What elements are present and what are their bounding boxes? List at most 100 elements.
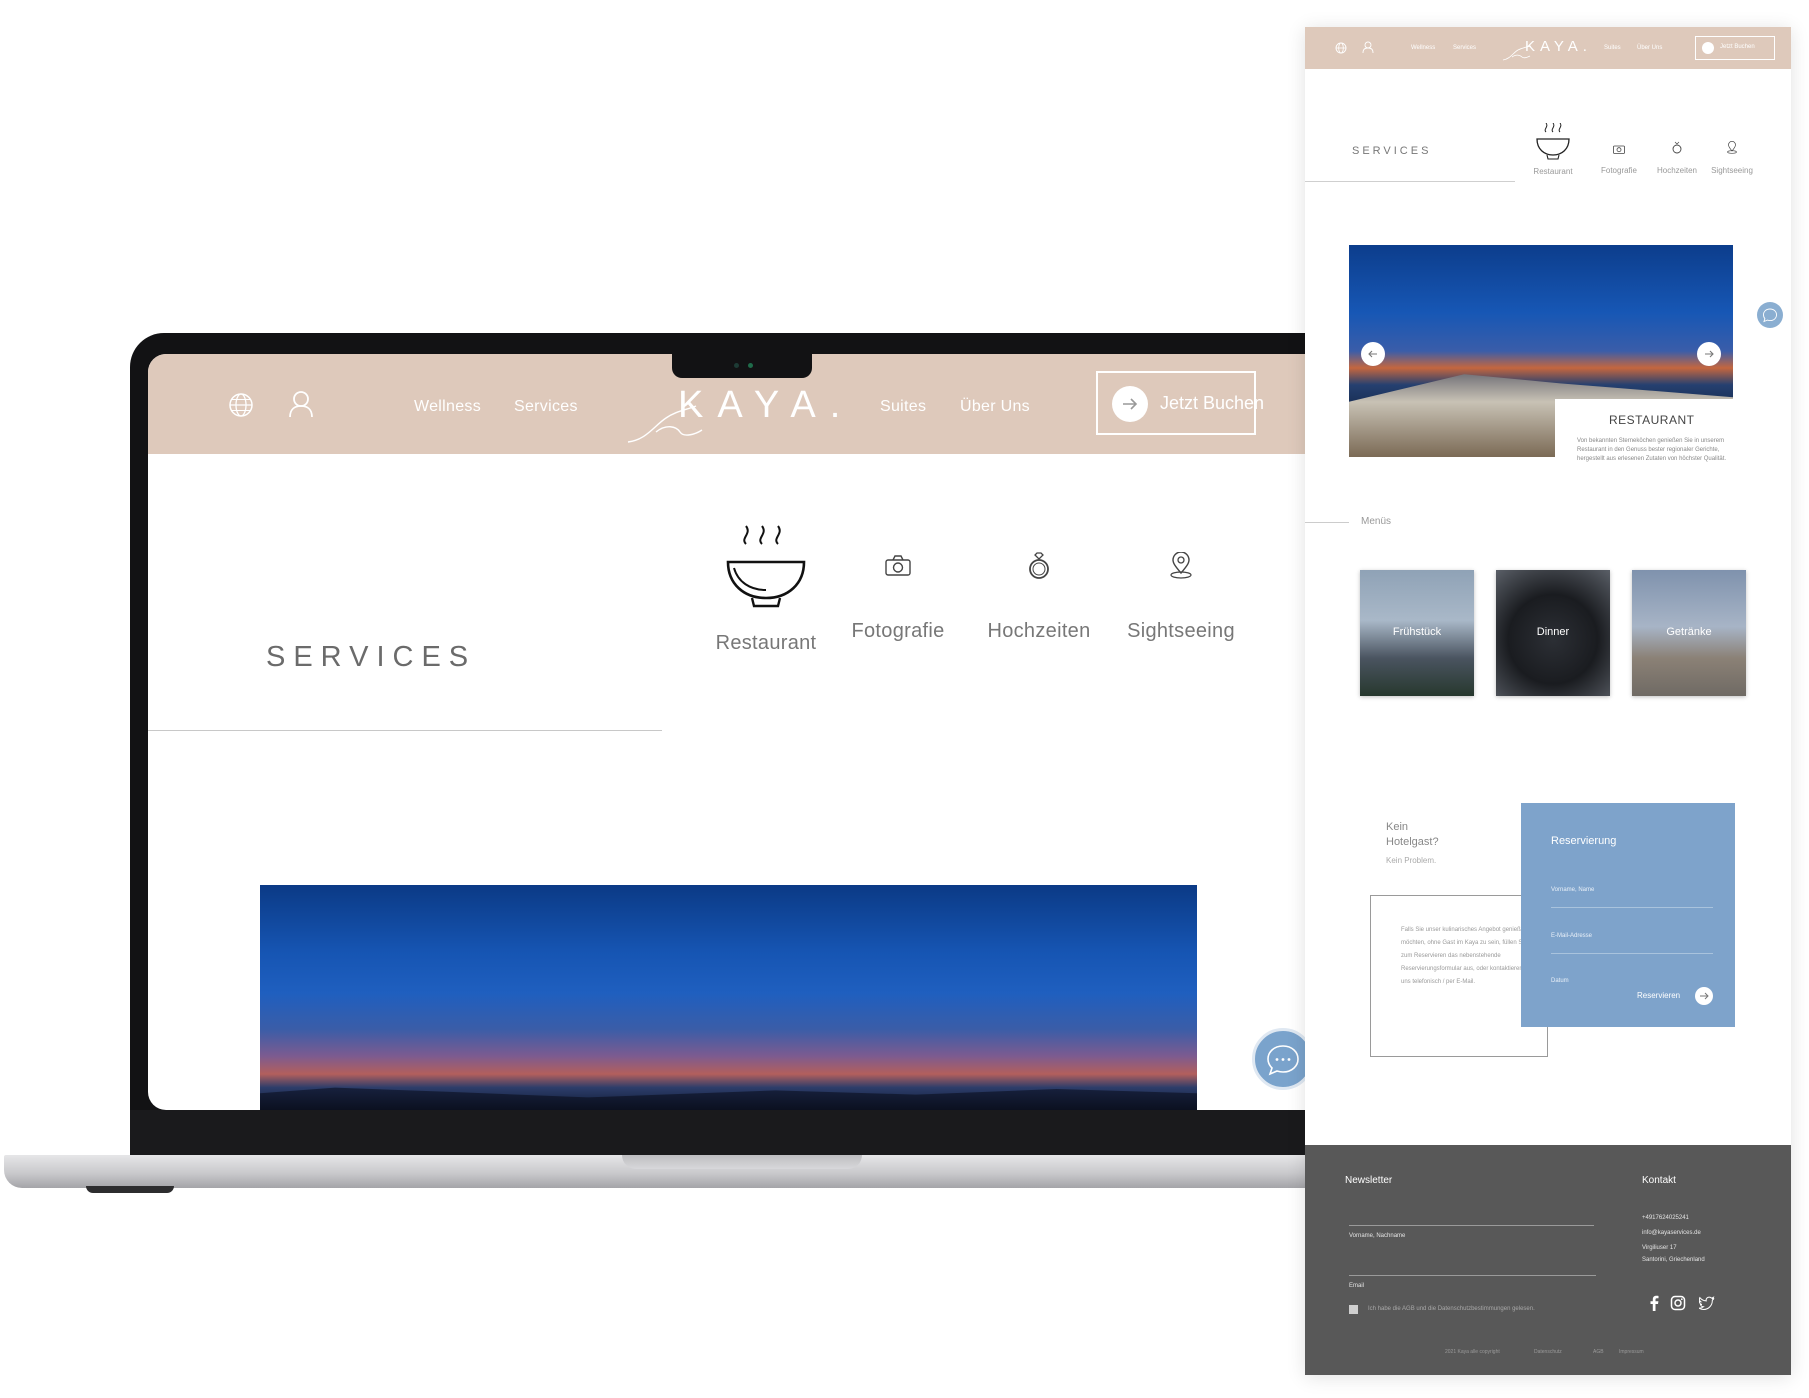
nav-link-wellness[interactable]: Wellness [414, 398, 481, 416]
service-tab-fotografie[interactable]: Fotografie [848, 555, 948, 643]
menu-card-fruehstueck[interactable]: Frühstück [1360, 570, 1474, 696]
restaurant-description: Von bekannten Sterneköchen genießen Sie … [1577, 438, 1727, 462]
nav-link-suites[interactable]: Suites [880, 398, 926, 416]
preview-chat-button[interactable] [1757, 302, 1783, 328]
contact-city: Santorini, Griechenland [1642, 1257, 1705, 1263]
carousel-prev-button[interactable] [1361, 342, 1385, 366]
service-tab-sightseeing[interactable]: Sightseeing [1124, 552, 1238, 643]
services-heading: SERVICES [266, 641, 477, 673]
service-tab-hochzeiten[interactable]: Hochzeiten [984, 552, 1094, 643]
arrow-right-icon [1702, 42, 1714, 54]
service-tab-hochzeiten[interactable]: Hochzeiten [1655, 141, 1699, 175]
menu-label-dinner: Dinner [1536, 626, 1570, 638]
service-tab-restaurant[interactable]: Restaurant [1531, 123, 1575, 176]
chat-icon [1763, 308, 1777, 323]
guest-info-text: Falls Sie unser kulinarisches Angebot ge… [1401, 927, 1534, 985]
wave-logo-icon [1502, 45, 1532, 61]
arrow-left-icon [1368, 350, 1377, 358]
map-pin-icon [1727, 141, 1737, 154]
laptop-foot [86, 1186, 174, 1193]
user-icon[interactable] [288, 390, 314, 418]
footer-copyright: 2021 Kaya alle copyright [1445, 1349, 1500, 1355]
restaurant-title: RESTAURANT [1609, 413, 1695, 427]
service-label-sightseeing: Sightseeing [1711, 166, 1753, 175]
nav-link-ueber-uns[interactable]: Über Uns [960, 398, 1030, 416]
consent-checkbox[interactable] [1349, 1305, 1358, 1314]
laptop-bezel [130, 1110, 1350, 1155]
preview-header: Wellness Services KAYA. Suites Über Uns … [1305, 27, 1791, 69]
contact-email[interactable]: info@kayaservices.de [1642, 1230, 1701, 1236]
services-heading: SERVICES [1352, 145, 1432, 157]
reservation-date-field[interactable]: Datum [1551, 978, 1713, 998]
nav-link-suites[interactable]: Suites [1604, 45, 1621, 51]
nav-link-ueber-uns[interactable]: Über Uns [1637, 45, 1662, 51]
globe-icon[interactable] [1335, 42, 1347, 54]
laptop-screen: Wellness Services KAYA. Suites Über Uns … [148, 354, 1328, 1110]
arrow-right-icon [1705, 350, 1714, 358]
service-label-sightseeing: Sightseeing [1127, 620, 1235, 642]
instagram-icon[interactable] [1670, 1295, 1686, 1311]
page-preview: Wellness Services KAYA. Suites Über Uns … [1305, 27, 1791, 1375]
arrow-right-icon [1700, 992, 1709, 1000]
camera-notch [672, 354, 812, 378]
carousel-next-button[interactable] [1697, 342, 1721, 366]
menu-card-getraenke[interactable]: Getränke [1632, 570, 1746, 696]
footer: Newsletter Vorname, Nachname Email Ich h… [1305, 1145, 1791, 1375]
contact-phone[interactable]: +4917624025241 [1642, 1215, 1689, 1221]
newsletter-email-field[interactable]: Email [1349, 1283, 1364, 1289]
camera-icon [1613, 145, 1625, 154]
reservation-form: Reservierung Vorname, Name E-Mail-Adress… [1521, 803, 1735, 1027]
globe-icon[interactable] [228, 392, 254, 418]
service-tab-fotografie[interactable]: Fotografie [1599, 144, 1639, 175]
service-label-fotografie: Fotografie [1600, 166, 1638, 175]
laptop-opening-notch [622, 1155, 862, 1169]
mockup-stage: Wellness Services KAYA. Suites Über Uns … [0, 0, 1809, 1398]
kaya-logo[interactable]: KAYA. [1525, 38, 1592, 55]
service-tab-restaurant[interactable]: Restaurant [706, 524, 826, 655]
newsletter-name-field[interactable]: Vorname, Nachname [1349, 1233, 1405, 1239]
bowl-icon [726, 525, 806, 608]
map-pin-icon [1170, 552, 1192, 579]
menus-heading: Menüs [1361, 516, 1392, 527]
consent-label: Ich habe die AGB und die Datenschutzbest… [1368, 1306, 1535, 1312]
twitter-icon[interactable] [1699, 1295, 1715, 1311]
menu-card-dinner[interactable]: Dinner [1496, 570, 1610, 696]
service-tab-sightseeing[interactable]: Sightseeing [1709, 141, 1755, 175]
reservation-name-field[interactable]: Vorname, Name [1551, 887, 1713, 908]
bowl-icon [1536, 123, 1570, 160]
guest-title-line1: Kein [1386, 821, 1409, 833]
restaurant-card: RESTAURANT Von bekannten Sterneköchen ge… [1555, 399, 1755, 495]
service-label-fotografie: Fotografie [851, 620, 945, 642]
book-now-button[interactable]: Jetzt Buchen [1695, 36, 1775, 60]
contact-title: Kontakt [1642, 1175, 1676, 1186]
reserve-button[interactable] [1695, 987, 1713, 1005]
footer-link-agb[interactable]: AGB [1593, 1349, 1604, 1355]
guest-subtitle: Kein Problem. [1386, 856, 1437, 865]
arrow-right-icon [1112, 386, 1148, 422]
footer-link-impressum[interactable]: Impressum [1619, 1349, 1644, 1355]
guest-title-line2: Hotelgast? [1386, 836, 1439, 848]
services-divider [148, 730, 662, 731]
ring-icon [1029, 552, 1049, 579]
reservation-email-field[interactable]: E-Mail-Adresse [1551, 933, 1713, 954]
user-icon[interactable] [1362, 41, 1374, 53]
reserve-button-label[interactable]: Reservieren [1637, 991, 1680, 1000]
service-label-restaurant: Restaurant [715, 632, 817, 654]
nav-link-services[interactable]: Services [514, 398, 578, 416]
service-label-restaurant: Restaurant [1533, 167, 1573, 176]
kaya-logo[interactable]: KAYA. [626, 384, 840, 446]
menu-label-fruehstueck: Frühstück [1392, 626, 1442, 638]
book-now-label: Jetzt Buchen [1720, 44, 1755, 50]
chat-icon [1267, 1045, 1299, 1076]
nav-link-wellness[interactable]: Wellness [1411, 45, 1435, 51]
nav-link-services[interactable]: Services [1453, 45, 1476, 51]
services-divider [1305, 181, 1515, 182]
camera-icon [885, 555, 911, 576]
facebook-icon[interactable] [1646, 1295, 1662, 1311]
book-now-button[interactable]: Jetzt Buchen [1096, 371, 1264, 435]
service-label-hochzeiten: Hochzeiten [1656, 166, 1698, 175]
camera-light-dot [748, 363, 753, 368]
service-label-hochzeiten: Hochzeiten [987, 620, 1091, 642]
reservation-title: Reservierung [1551, 835, 1617, 847]
footer-link-datenschutz[interactable]: Datenschutz [1534, 1349, 1562, 1355]
